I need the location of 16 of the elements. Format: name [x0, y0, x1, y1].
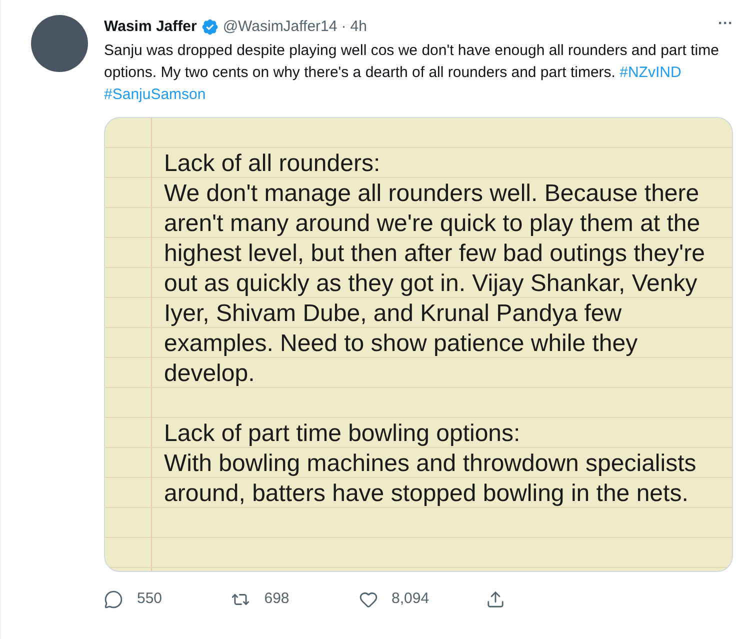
like-icon: [358, 590, 378, 609]
retweet-button[interactable]: 698: [231, 588, 358, 610]
reply-button[interactable]: 550: [104, 588, 232, 610]
reply-icon: [104, 590, 123, 609]
note-heading: Lack of all rounders:: [164, 149, 382, 179]
note-heading: Lack of part time bowling options:: [164, 419, 522, 449]
share-icon: [486, 590, 505, 609]
author-handle[interactable]: @WasimJaffer14: [222, 17, 338, 37]
author-name[interactable]: Wasim Jaffer: [104, 17, 197, 37]
like-button[interactable]: 8,094: [358, 588, 486, 610]
note-paragraph: We don't manage all rounders well. Because there aren't many around we're quick to play them at the highest level, but then after few bad outings they're out as quickly as they got in. Vijay Shankar, Venky Iyer, Shivam Dube, and Krunal Pandya few examples. Need to show patience while they develop.: [164, 179, 706, 389]
more-button[interactable]: ···: [718, 16, 733, 30]
tweet-text: Sanju was dropped despite playing well cos we don't have enough all rounders and part time options. My two cents on why there's a dearth of all rounders and part timers. #NZvIND #SanjuSamson: [104, 41, 720, 105]
note-paragraph: With bowling machines and throwdown specialists around, batters have stopped bowling in the nets.: [164, 449, 698, 509]
timestamp[interactable]: 4h: [350, 17, 367, 37]
separator: ·: [341, 17, 346, 37]
